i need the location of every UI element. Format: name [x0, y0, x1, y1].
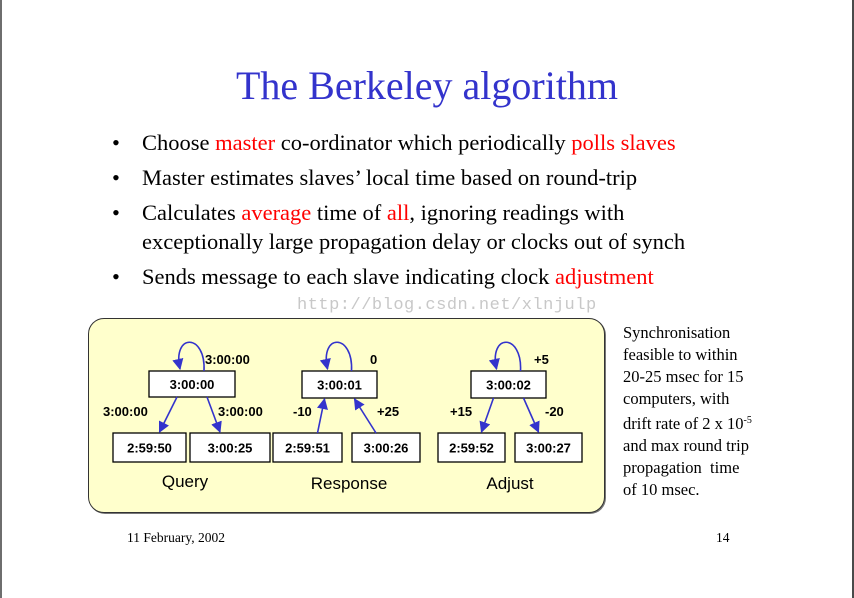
- side-note-line: Synchronisation: [623, 323, 731, 342]
- side-note-line: feasible to within: [623, 345, 738, 364]
- slave-time: 2:59:52: [449, 441, 494, 456]
- edge-label: 3:00:00: [218, 404, 263, 419]
- arrow-down-icon: [479, 397, 495, 434]
- slave-time: 2:59:51: [285, 441, 330, 456]
- side-note-line: and max round trip: [623, 436, 750, 455]
- edge-label: +25: [377, 404, 399, 419]
- slave-time: 3:00:27: [526, 441, 571, 456]
- side-note-line: drift rate of 2 x 10-5: [623, 410, 793, 435]
- edge-label: +15: [450, 404, 472, 419]
- side-note-line: of 10 msec.: [623, 480, 700, 499]
- self-adjust-label: +5: [534, 352, 549, 367]
- arrow-up-icon: [353, 398, 377, 434]
- side-note-drift-text: drift rate of 2 x 10: [623, 414, 744, 433]
- diagram-caption: Response: [311, 474, 388, 493]
- slave-time: 3:00:26: [364, 441, 409, 456]
- side-note-exponent: -5: [743, 415, 752, 426]
- slave-time: 2:59:50: [127, 441, 172, 456]
- side-note-line: propagation time: [623, 458, 740, 477]
- arrow-up-icon: [316, 397, 328, 434]
- self-loop-arrow-icon: [488, 341, 522, 372]
- footer-date: 11 February, 2002: [127, 530, 225, 545]
- side-note-line: computers, with: [623, 389, 730, 408]
- berkeley-diagram: 3:00:003:00:002:59:503:00:003:00:253:00:…: [103, 341, 583, 493]
- diagram-caption: Query: [162, 472, 209, 491]
- footer-page-number: 14: [716, 530, 730, 545]
- self-loop-arrow-icon: [319, 341, 353, 372]
- diagram-caption: Adjust: [486, 474, 534, 493]
- arrow-down-icon: [522, 397, 540, 434]
- edge-label: -20: [545, 404, 564, 419]
- side-note-line: 20-25 msec for 15: [623, 367, 744, 386]
- master-time: 3:00:01: [317, 378, 362, 393]
- self-loop-arrow-icon: [172, 341, 205, 372]
- self-adjust-label: 0: [370, 352, 377, 367]
- edge-label: -10: [293, 404, 312, 419]
- master-time: 3:00:00: [170, 377, 215, 392]
- side-note: Synchronisation feasible to within 20-25…: [623, 322, 793, 501]
- slave-time: 3:00:25: [208, 441, 253, 456]
- self-adjust-label: 3:00:00: [205, 352, 250, 367]
- arrow-down-icon: [158, 396, 178, 434]
- master-time: 3:00:02: [486, 378, 531, 393]
- edge-label: 3:00:00: [103, 404, 148, 419]
